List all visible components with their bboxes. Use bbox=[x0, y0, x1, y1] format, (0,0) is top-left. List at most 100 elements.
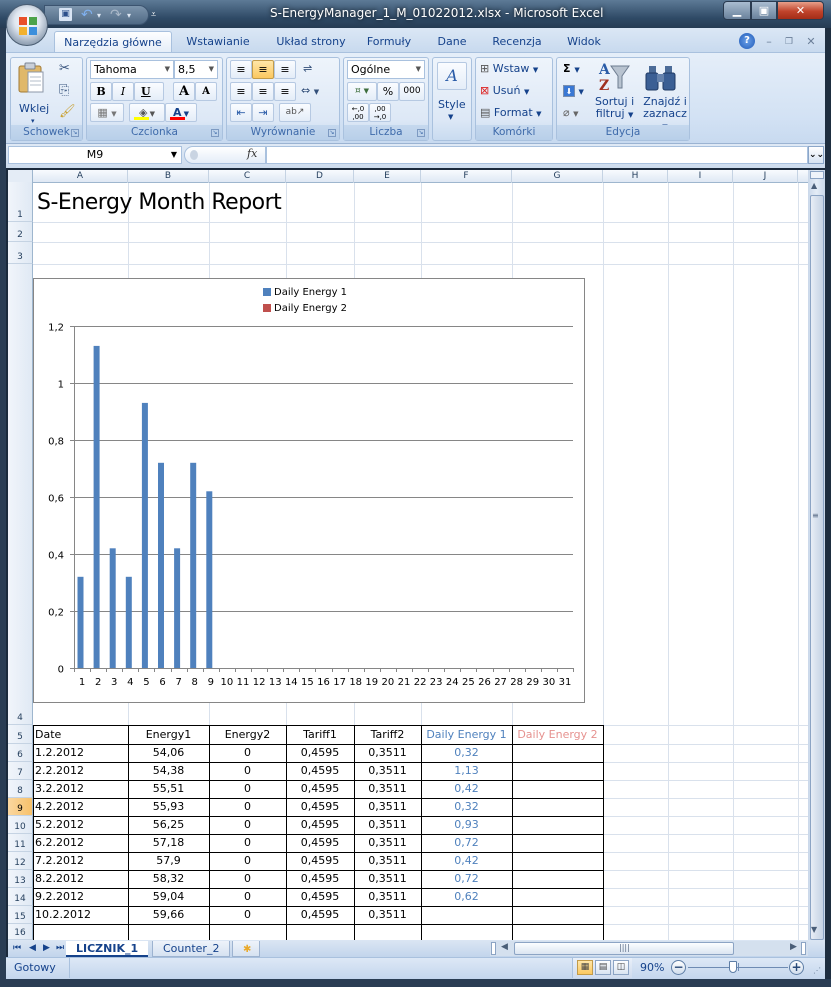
grow-font-button[interactable]: A bbox=[173, 82, 195, 101]
undo-icon[interactable]: ↶ bbox=[81, 8, 93, 23]
table-header-cell[interactable]: Daily Energy 1 bbox=[421, 725, 512, 744]
scroll-up-icon[interactable]: ▲ bbox=[811, 181, 817, 190]
table-cell[interactable]: 0,4595 bbox=[286, 852, 354, 870]
table-cell[interactable]: 0,72 bbox=[421, 834, 512, 852]
table-cell[interactable] bbox=[421, 906, 512, 924]
row-header-4[interactable]: 4 bbox=[8, 264, 33, 725]
doc-restore-icon[interactable]: ❐ bbox=[782, 31, 796, 53]
increase-decimal-button[interactable]: ←,0,00 bbox=[347, 103, 369, 122]
table-cell[interactable]: 56,25 bbox=[128, 816, 209, 834]
font-color-button[interactable]: A ▼ bbox=[165, 103, 197, 122]
table-cell[interactable] bbox=[354, 924, 421, 940]
tab-page-layout[interactable]: Układ strony bbox=[266, 31, 356, 53]
table-cell[interactable]: 0,42 bbox=[421, 852, 512, 870]
table-cell[interactable] bbox=[421, 924, 512, 940]
table-cell[interactable]: 8.2.2012 bbox=[33, 870, 128, 888]
page-layout-view-button[interactable]: ▤ bbox=[595, 960, 611, 975]
bold-button[interactable]: B bbox=[90, 82, 112, 101]
row-header-7[interactable]: 7 bbox=[8, 762, 33, 780]
table-cell[interactable]: 54,38 bbox=[128, 762, 209, 780]
table-header-cell[interactable]: Tariff1 bbox=[286, 725, 354, 744]
table-cell[interactable] bbox=[286, 924, 354, 940]
table-cell[interactable]: 0,3511 bbox=[354, 852, 421, 870]
column-header-c[interactable]: C bbox=[209, 170, 286, 183]
dialog-launcher-icon[interactable]: ↘ bbox=[71, 129, 79, 137]
redo-icon[interactable]: ↷ bbox=[110, 8, 122, 23]
table-cell[interactable]: 4.2.2012 bbox=[33, 798, 128, 816]
column-header-b[interactable]: B bbox=[128, 170, 209, 183]
font-name-combo[interactable]: Tahoma ▼ bbox=[90, 60, 174, 79]
table-cell[interactable]: 0,72 bbox=[421, 870, 512, 888]
table-cell[interactable]: 0,3511 bbox=[354, 816, 421, 834]
table-cell[interactable]: 0,62 bbox=[421, 888, 512, 906]
table-cell[interactable]: 0 bbox=[209, 870, 286, 888]
table-cell[interactable] bbox=[512, 870, 603, 888]
fill-button[interactable]: ⬇ ▼ bbox=[563, 82, 584, 101]
table-cell[interactable]: 0 bbox=[209, 888, 286, 906]
zoom-slider-thumb[interactable] bbox=[729, 961, 737, 973]
scroll-left-icon[interactable]: ◀ bbox=[501, 942, 508, 952]
column-header-d[interactable]: D bbox=[286, 170, 354, 183]
table-cell[interactable]: 0,4595 bbox=[286, 762, 354, 780]
row-header-1[interactable]: 1 bbox=[8, 182, 33, 222]
formula-input[interactable] bbox=[266, 146, 808, 164]
column-header-f[interactable]: F bbox=[421, 170, 512, 183]
table-cell[interactable]: 0,4595 bbox=[286, 780, 354, 798]
column-header-g[interactable]: G bbox=[512, 170, 603, 183]
table-cell[interactable]: 0,3511 bbox=[354, 780, 421, 798]
table-cell[interactable] bbox=[512, 834, 603, 852]
table-cell[interactable] bbox=[512, 852, 603, 870]
table-cell[interactable]: 0 bbox=[209, 852, 286, 870]
table-cell[interactable]: 0,3511 bbox=[354, 906, 421, 924]
row-header-13[interactable]: 13 bbox=[8, 870, 33, 888]
table-cell[interactable]: 0 bbox=[209, 798, 286, 816]
sheet-tab-licznik-1[interactable]: LICZNIK_1 bbox=[66, 941, 149, 957]
expand-formula-bar-button[interactable]: ⌄⌄ bbox=[808, 146, 824, 164]
table-cell[interactable]: 55,51 bbox=[128, 780, 209, 798]
scroll-right-icon[interactable]: ▶ bbox=[790, 942, 797, 952]
doc-close-icon[interactable]: ✕ bbox=[804, 31, 818, 53]
table-cell[interactable] bbox=[512, 888, 603, 906]
row-header-9[interactable]: 9 bbox=[8, 798, 33, 816]
office-button[interactable] bbox=[6, 4, 48, 46]
split-box-horizontal[interactable] bbox=[801, 942, 806, 955]
zoom-in-button[interactable]: + bbox=[789, 960, 804, 975]
table-cell[interactable] bbox=[512, 744, 603, 762]
table-cell[interactable] bbox=[512, 780, 603, 798]
increase-indent-button[interactable]: ⇥ bbox=[252, 103, 274, 122]
thousands-button[interactable]: 000 bbox=[399, 82, 425, 101]
table-cell[interactable]: 57,18 bbox=[128, 834, 209, 852]
table-cell[interactable]: 0,93 bbox=[421, 816, 512, 834]
table-cell[interactable]: 1.2.2012 bbox=[33, 744, 128, 762]
table-header-cell[interactable]: Energy1 bbox=[128, 725, 209, 744]
scroll-down-icon[interactable]: ▼ bbox=[811, 925, 817, 934]
table-cell[interactable]: 0,3511 bbox=[354, 744, 421, 762]
table-cell[interactable]: 0,4595 bbox=[286, 834, 354, 852]
table-cell[interactable]: 0,32 bbox=[421, 798, 512, 816]
next-sheet-icon[interactable]: ▶ bbox=[43, 943, 50, 953]
merge-center-icon[interactable]: ⇔ ▼ bbox=[301, 82, 319, 101]
table-cell[interactable]: 0 bbox=[209, 744, 286, 762]
table-cell[interactable]: 54,06 bbox=[128, 744, 209, 762]
table-cell[interactable]: 0,4595 bbox=[286, 816, 354, 834]
table-cell[interactable]: 0,4595 bbox=[286, 798, 354, 816]
row-header-10[interactable]: 10 bbox=[8, 816, 33, 834]
tab-view[interactable]: Widok bbox=[557, 31, 611, 53]
cut-icon[interactable]: ✂ bbox=[59, 60, 70, 78]
autosum-button[interactable]: Σ ▼ bbox=[563, 60, 580, 79]
redo-dropdown-icon[interactable]: ▾ bbox=[127, 8, 131, 23]
table-cell[interactable]: 10.2.2012 bbox=[33, 906, 128, 924]
sort-filter-icon[interactable]: A Z bbox=[597, 60, 631, 94]
number-format-combo[interactable]: Ogólne ▼ bbox=[347, 60, 425, 79]
table-cell[interactable]: 7.2.2012 bbox=[33, 852, 128, 870]
dialog-launcher-icon[interactable]: ↘ bbox=[211, 129, 219, 137]
table-cell[interactable]: 0,42 bbox=[421, 780, 512, 798]
table-cell[interactable]: 3.2.2012 bbox=[33, 780, 128, 798]
table-cell[interactable]: 0,3511 bbox=[354, 888, 421, 906]
table-cell[interactable]: 59,66 bbox=[128, 906, 209, 924]
column-header-j[interactable]: J bbox=[733, 170, 798, 183]
percent-button[interactable]: % bbox=[377, 82, 399, 101]
table-cell[interactable] bbox=[512, 906, 603, 924]
decrease-indent-button[interactable]: ⇤ bbox=[230, 103, 252, 122]
normal-view-button[interactable]: ▦ bbox=[577, 960, 593, 975]
